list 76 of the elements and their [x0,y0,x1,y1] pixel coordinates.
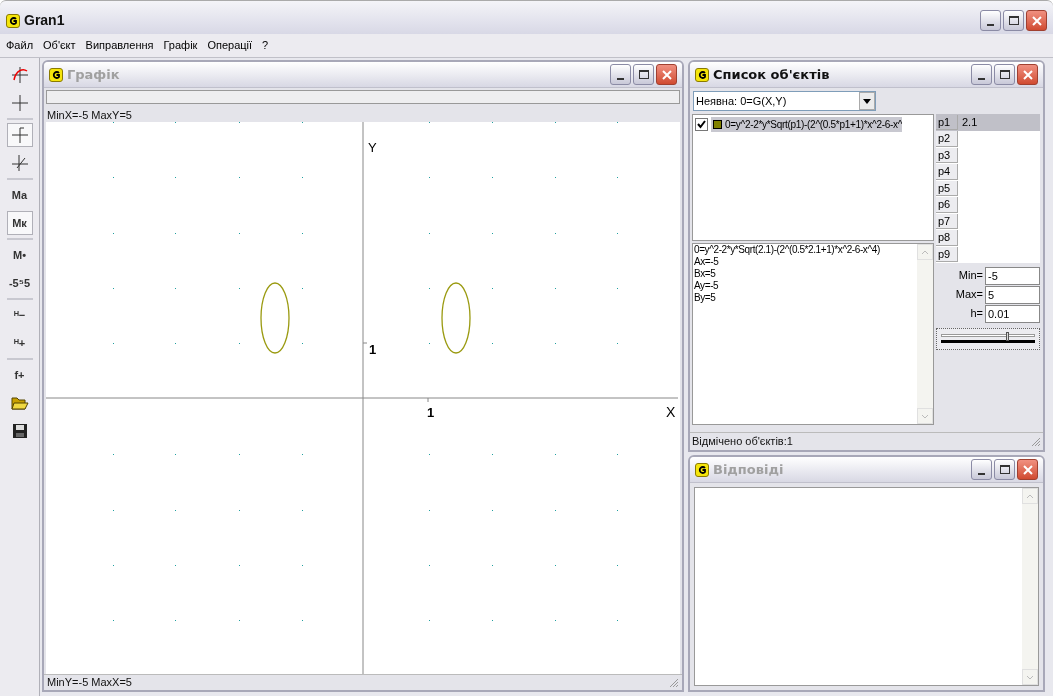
type-dropdown[interactable]: Неявна: 0=G(X,Y) [693,91,876,111]
menu-item[interactable]: ? [262,37,269,54]
x-tick-label: 1 [427,404,435,422]
parameter-tab[interactable]: p3 [936,147,958,163]
tool-button[interactable]: ᴴ− [6,303,33,327]
minimize-button[interactable] [971,459,992,480]
menu-item[interactable]: Виправлення [85,37,154,54]
minimize-button[interactable] [980,10,1001,31]
tilted-axes-icon [10,154,29,172]
status-text: Відмічено об'єктів:1 [692,434,793,450]
status-text: MinX=-5 MaxY=5 [46,108,133,122]
parameter-tab[interactable]: p7 [936,213,958,229]
parameter-tab[interactable]: p8 [936,230,958,246]
menu-item[interactable]: Графік [163,37,198,54]
close-button[interactable] [1017,64,1038,85]
app-logo-icon [49,67,63,82]
parameter-tab[interactable]: p2 [936,131,958,147]
app-title: Gran1 [24,11,65,30]
axes-icon [10,126,29,144]
tool-button[interactable]: Mк [6,211,33,235]
parameter-value: 2.1 [961,115,978,130]
maximize-button[interactable] [994,459,1015,480]
parameter-slider[interactable] [936,327,1040,350]
input-field[interactable]: 5 [985,285,1040,304]
menu-item[interactable]: Файл [6,37,34,54]
menu-item[interactable]: Операції [207,37,253,54]
details-line: By=5 [694,292,717,304]
slider-thumb[interactable] [1006,332,1010,341]
field-label: Max= [955,287,983,303]
parameter-tab[interactable]: p5 [936,180,958,196]
app-logo-icon [695,462,709,477]
input-field[interactable]: 0.01 [985,304,1040,323]
tool-button[interactable]: f+ [6,363,33,387]
details-line: Ax=-5 [694,256,720,268]
parameter-tab[interactable]: p9 [936,246,958,262]
details-line: Bx=5 [694,268,717,280]
resize-grip-icon [668,677,679,688]
close-button[interactable] [656,64,677,85]
close-icon [1031,15,1042,26]
minimize-button[interactable] [610,64,631,85]
input-field[interactable]: -5 [985,266,1040,285]
y-tick-label: 1 [369,341,377,359]
tool-button[interactable]: Mа [6,183,33,207]
details-line: Ay=-5 [694,280,720,292]
window-title: Відповіді [713,460,784,479]
maximize-button[interactable] [633,64,654,85]
app-logo-icon [6,13,20,28]
maximize-button[interactable] [1003,10,1024,31]
close-icon [1022,69,1033,80]
window-title: Список об'єктів [713,65,830,84]
minimize-button[interactable] [971,64,992,85]
tool-button[interactable]: -5⁵5 [6,271,33,295]
field-label: h= [970,306,983,322]
x-axis-label: X [666,403,676,422]
details-line: 0=y^2-2*y*Sqrt(2.1)-(2^(0.5*2.1+1)*x^2-6-x^4) [694,244,881,256]
checkbox[interactable] [695,118,708,131]
parameter-tab[interactable]: p1 [936,114,958,130]
tool-button[interactable]: ᴴ+ [6,331,33,355]
parameter-tab[interactable]: p6 [936,197,958,213]
folder-icon [10,395,29,411]
close-button[interactable] [1017,459,1038,480]
status-text: MinY=-5 MaxX=5 [47,675,132,690]
close-button[interactable] [1026,10,1047,31]
y-axis-label: Y [368,139,377,157]
close-icon [1022,464,1033,475]
axes-curve-icon [10,66,29,84]
close-icon [661,69,672,80]
maximize-button[interactable] [994,64,1015,85]
app-logo-icon [695,67,709,82]
window-title: Графік [67,65,120,84]
menu-item[interactable]: Об'єкт [43,37,76,54]
resize-grip-icon [1030,436,1041,447]
parameter-tab[interactable]: p4 [936,164,958,180]
field-label: Min= [958,268,983,284]
cross-icon [10,94,29,112]
tool-button[interactable]: M• [6,243,33,267]
